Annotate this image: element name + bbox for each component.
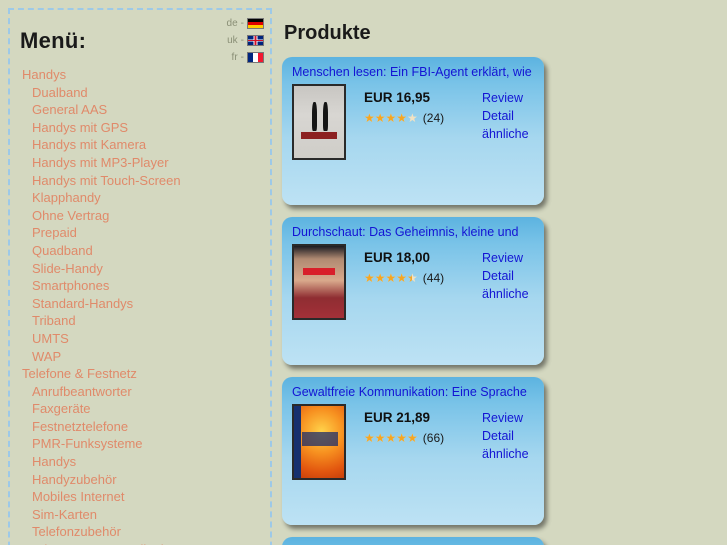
language-code-uk: uk — [227, 35, 238, 46]
sidebar-item[interactable]: Handys mit Kamera — [10, 136, 270, 154]
product-card[interactable]: Durchschaut: Das Geheimnis, kleine und EU… — [282, 217, 544, 365]
sidebar-item[interactable]: Triband — [10, 312, 270, 330]
sidebar-item[interactable]: Prepaid — [10, 224, 270, 242]
star-filled-icon: ★★★★★ — [364, 272, 412, 284]
product-rating: ★★★★★★★★★★ (24) — [364, 111, 468, 125]
product-link-review[interactable]: Review — [482, 249, 529, 267]
language-code-fr: fr — [231, 52, 238, 63]
language-separator-de: - — [240, 18, 244, 29]
sidebar-item[interactable]: Sim-Karten — [10, 506, 270, 524]
sidebar-item[interactable]: Klapphandy — [10, 189, 270, 207]
language-separator-fr: - — [240, 52, 244, 63]
product-link--hnliche[interactable]: ähnliche — [482, 445, 529, 463]
language-separator-uk: - — [240, 35, 244, 46]
language-option-uk[interactable]: uk - — [227, 33, 264, 48]
product-card-body: EUR 21,89 ★★★★★ ★★★★★ (66) Review Detail ähnli… — [282, 399, 544, 480]
star-rating-icon: ★★★★★★★★★★ — [364, 272, 418, 284]
product-links-column: Review Detail ähnliche — [482, 404, 529, 480]
sidebar-menu: Handys Dualband General AAS Handys mit GPS H… — [10, 66, 270, 545]
book-cover-gewaltfreie-kommunikation[interactable] — [292, 404, 346, 480]
product-link-review[interactable]: Review — [482, 89, 529, 107]
star-filled-icon: ★★★★★ — [364, 432, 418, 444]
sidebar-item[interactable]: Mobiles Internet — [10, 488, 270, 506]
product-info-column: EUR 18,00 ★★★★★★★★★★ (44) — [364, 244, 468, 320]
product-title-link[interactable]: Menschen lesen: Ein FBI-Agent erklärt, w… — [282, 57, 544, 79]
product-info-column: EUR 21,89 ★★★★★ ★★★★★ (66) — [364, 404, 468, 480]
product-title-link[interactable]: Durchschaut: Das Geheimnis, kleine und — [282, 217, 544, 239]
product-price: EUR 18,00 — [364, 250, 431, 265]
sidebar: de - uk - fr - Menü: Handys Dualband Gener… — [8, 8, 272, 545]
sidebar-item[interactable]: PMR-Funksysteme — [10, 435, 270, 453]
review-count: (24) — [422, 111, 445, 125]
french-flag-icon[interactable] — [247, 52, 264, 63]
star-rating-icon: ★★★★★★★★★★ — [364, 112, 418, 124]
product-link-detail[interactable]: Detail — [482, 267, 529, 285]
product-link-review[interactable]: Review — [482, 409, 529, 427]
product-title-link[interactable]: Gewaltfreie Kommunikation: Eine Sprache — [282, 377, 544, 399]
star-filled-icon: ★★★★★ — [364, 112, 408, 124]
sidebar-item[interactable]: Anrufbeantworter — [10, 383, 270, 401]
sidebar-item[interactable]: Faxgeräte — [10, 400, 270, 418]
product-link-detail[interactable]: Detail — [482, 427, 529, 445]
sidebar-item[interactable]: UMTS — [10, 330, 270, 348]
product-links-column: Review Detail ähnliche — [482, 244, 529, 320]
product-title-link[interactable] — [282, 537, 544, 545]
uk-flag-icon[interactable] — [247, 35, 264, 46]
sidebar-item[interactable]: Telefone & Festnetz — [10, 365, 270, 383]
sidebar-item[interactable]: Smartphones — [10, 277, 270, 295]
language-option-fr[interactable]: fr - — [227, 50, 264, 65]
product-card-body: EUR 16,95 ★★★★★★★★★★ (24) ReviewDetailähnli… — [282, 79, 544, 160]
product-rating: ★★★★★ ★★★★★ (66) — [364, 431, 468, 445]
language-option-de[interactable]: de - — [227, 16, 264, 31]
page-title: Produkte — [284, 22, 371, 44]
german-flag-icon[interactable] — [247, 18, 264, 29]
sidebar-item[interactable]: Dualband — [10, 84, 270, 102]
review-count: (66) — [422, 431, 445, 445]
product-card[interactable]: Menschen lesen: Ein FBI-Agent erklärt, w… — [282, 57, 544, 205]
product-links-column: Review Detail ähnliche — [482, 84, 529, 160]
sidebar-item[interactable]: General AAS — [10, 101, 270, 119]
sidebar-item[interactable]: Handys mit Touch-Screen — [10, 172, 270, 190]
product-link-detail[interactable]: Detail — [482, 107, 529, 125]
product-card[interactable]: ★★★★★★★★★★ — [282, 537, 544, 545]
product-card[interactable]: Gewaltfreie Kommunikation: Eine Sprache E… — [282, 377, 544, 525]
product-card-list: Menschen lesen: Ein FBI-Agent erklärt, w… — [282, 57, 727, 545]
product-link--hnliche[interactable]: ähnliche — [482, 285, 529, 303]
review-count: (44) — [422, 271, 445, 285]
main-content: Produkte Menschen lesen: Ein FBI-Agent e… — [282, 0, 727, 545]
sidebar-item[interactable]: Handyzubehör — [10, 471, 270, 489]
book-cover-durchschaut[interactable] — [292, 244, 346, 320]
page-root: de - uk - fr - Menü: Handys Dualband Gener… — [0, 0, 727, 545]
sidebar-item[interactable]: Handys mit MP3-Player — [10, 154, 270, 172]
sidebar-item[interactable]: Bücher zur Kommunikation — [10, 541, 270, 545]
product-price: EUR 21,89 — [364, 410, 431, 425]
sidebar-item[interactable]: WAP — [10, 348, 270, 366]
product-rating: ★★★★★★★★★★ (44) — [364, 271, 468, 285]
sidebar-item[interactable]: Festnetztelefone — [10, 418, 270, 436]
sidebar-item[interactable]: Handys mit GPS — [10, 119, 270, 137]
sidebar-item[interactable]: Standard-Handys — [10, 295, 270, 313]
book-cover-menschen-lesen[interactable] — [292, 84, 346, 160]
sidebar-item[interactable]: Telefonzubehör — [10, 523, 270, 541]
product-link--hnliche[interactable]: ähnliche — [482, 125, 529, 143]
product-card-body: EUR 18,00 ★★★★★★★★★★ (44) ReviewDetailähnli… — [282, 239, 544, 320]
language-switcher: de - uk - fr - — [227, 16, 264, 67]
sidebar-item[interactable]: Handys — [10, 453, 270, 471]
language-code-de: de — [226, 18, 238, 29]
sidebar-item[interactable]: Slide-Handy — [10, 260, 270, 278]
sidebar-item[interactable]: Ohne Vertrag — [10, 207, 270, 225]
product-price: EUR 16,95 — [364, 90, 431, 105]
sidebar-item[interactable]: Handys — [10, 66, 270, 84]
star-rating-icon: ★★★★★★★★★★ — [364, 432, 418, 444]
product-info-column: EUR 16,95 ★★★★★★★★★★ (24) — [364, 84, 468, 160]
sidebar-item[interactable]: Quadband — [10, 242, 270, 260]
